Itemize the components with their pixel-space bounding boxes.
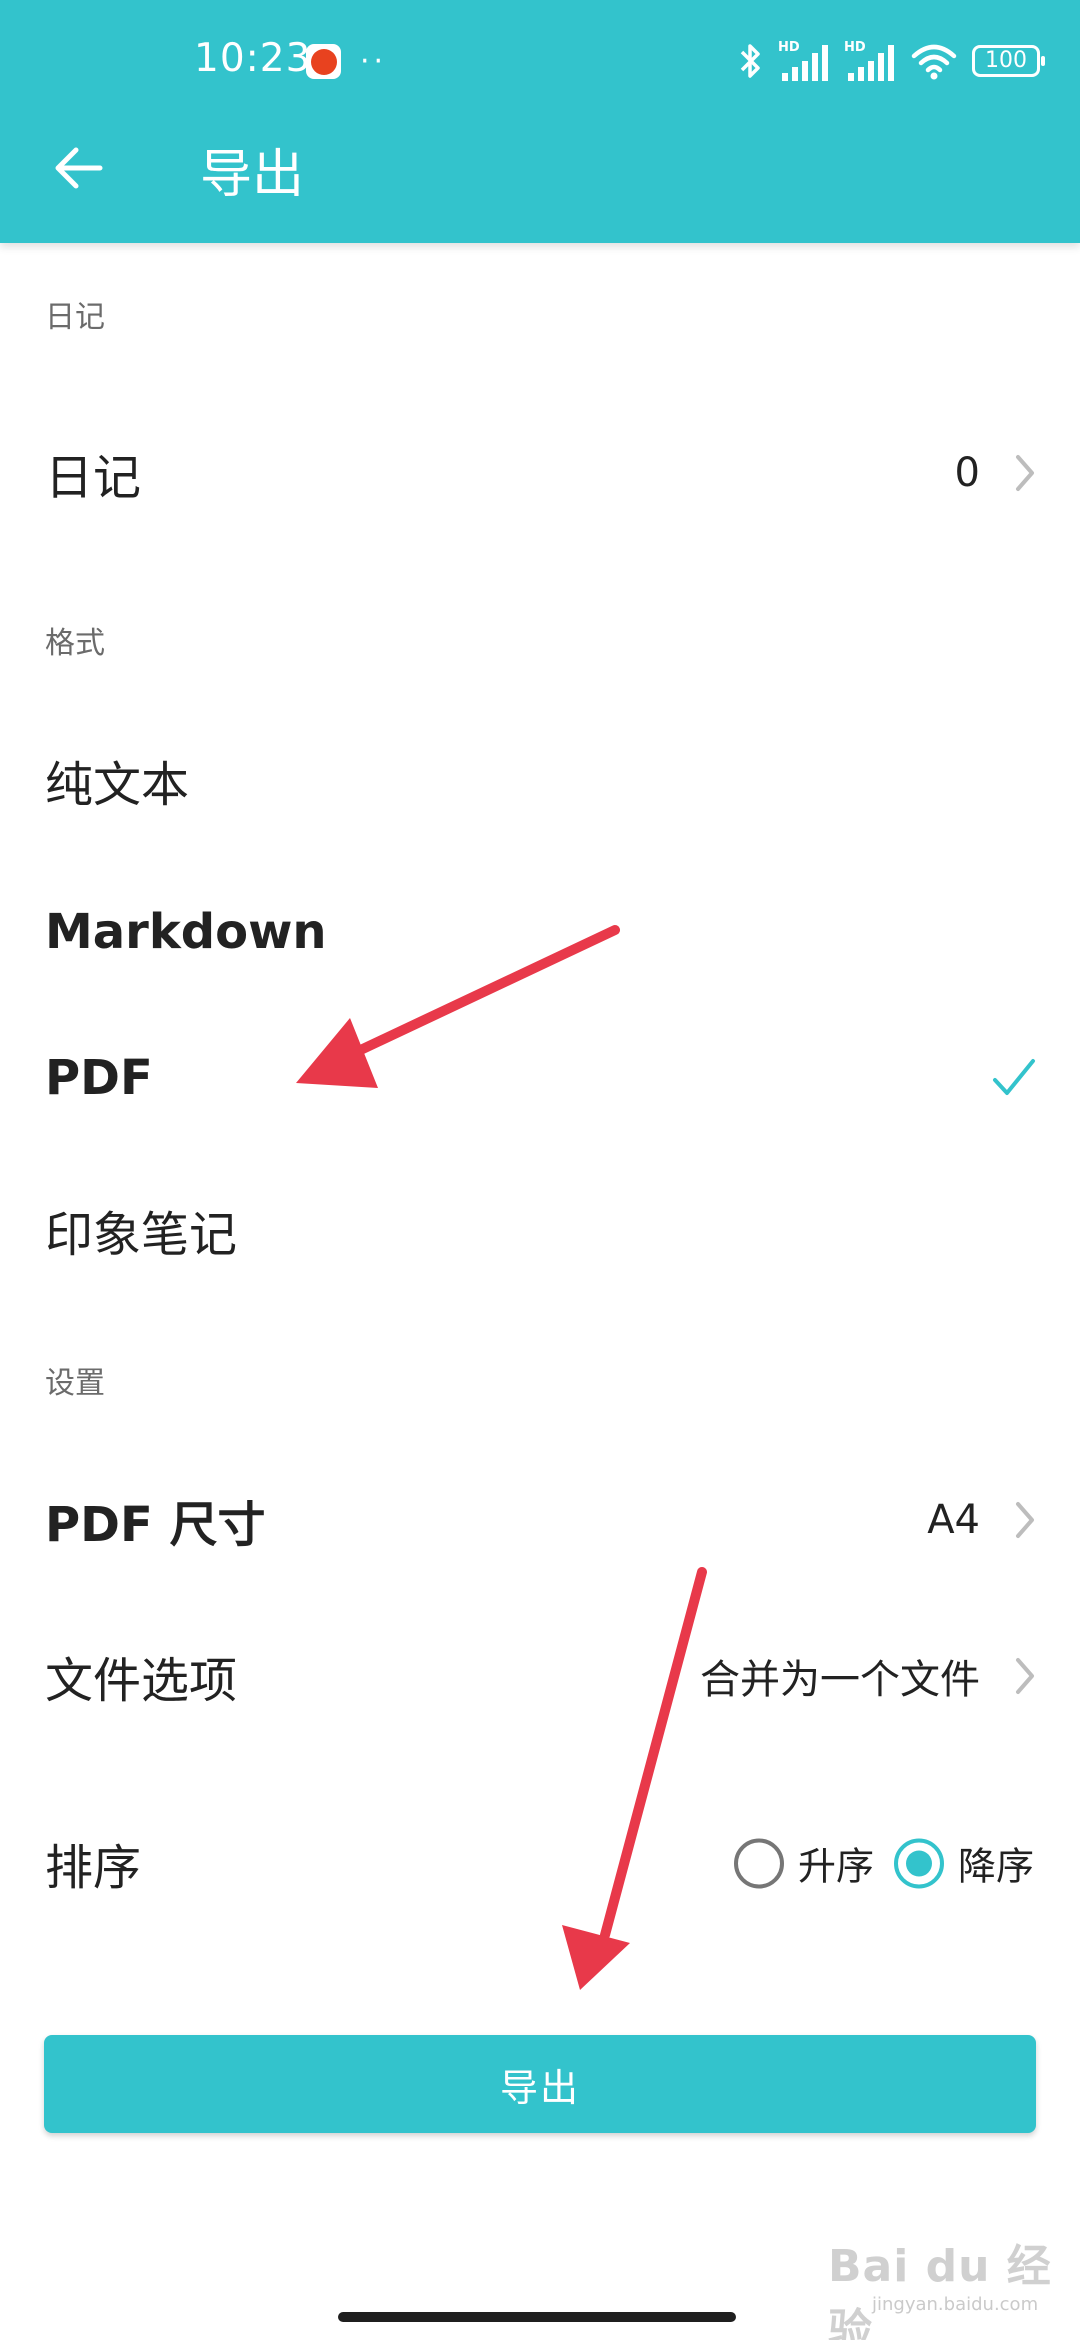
sort-ascending-label[interactable]: 升序 xyxy=(798,1836,874,1891)
file-option-row[interactable]: 文件选项 合并为一个文件 xyxy=(0,1616,1080,1736)
home-indicator[interactable] xyxy=(338,2312,736,2322)
svg-text:HD: HD xyxy=(844,40,866,55)
chevron-right-icon xyxy=(1016,1658,1034,1694)
chevron-right-icon xyxy=(1016,1502,1034,1538)
sort-label: 排序 xyxy=(45,1840,142,1896)
export-screen: 10:23 ·· HD HD 100 导出 日记 日记 0 格式 纯文本 Mar… xyxy=(0,0,1080,2340)
section-label-settings: 设置 xyxy=(45,1366,105,1401)
pdf-size-row[interactable]: PDF 尺寸 A4 xyxy=(0,1460,1080,1580)
page-title: 导出 xyxy=(200,145,305,205)
chevron-right-icon xyxy=(1016,455,1034,491)
export-button[interactable]: 导出 xyxy=(44,2035,1036,2133)
watermark-url: jingyan.baidu.com xyxy=(872,2294,1039,2315)
pdf-size-label: PDF 尺寸 xyxy=(45,1497,266,1553)
format-option-label: 纯文本 xyxy=(45,757,190,813)
diary-row-label: 日记 xyxy=(45,450,142,506)
status-time: 10:23 xyxy=(194,36,312,81)
notification-app-icon xyxy=(306,44,341,79)
checkmark-icon xyxy=(993,1059,1035,1095)
sort-row: 排序 升序 降序 xyxy=(0,1803,1080,1923)
format-option-plain-text[interactable]: 纯文本 xyxy=(0,720,1080,840)
sort-descending-radio[interactable] xyxy=(893,1838,944,1888)
format-option-pdf[interactable]: PDF xyxy=(0,1018,1080,1138)
bluetooth-icon xyxy=(740,44,760,78)
sort-ascending-radio[interactable] xyxy=(733,1838,784,1888)
app-header: 10:23 ·· HD HD 100 导出 xyxy=(0,0,1080,243)
signal-hd-icon: HD xyxy=(778,40,828,81)
watermark-logo: Bai du 经验 xyxy=(828,2241,1052,2340)
format-option-markdown[interactable]: Markdown xyxy=(0,872,1080,992)
status-more-dots: ·· xyxy=(360,44,388,79)
file-option-label: 文件选项 xyxy=(45,1653,238,1709)
signal-hd-icon-2: HD xyxy=(844,40,894,81)
pdf-size-value: A4 xyxy=(927,1497,980,1543)
diary-row[interactable]: 日记 0 xyxy=(0,413,1080,533)
format-option-evernote[interactable]: 印象笔记 xyxy=(0,1170,1080,1290)
sort-radio-group: 升序 降序 xyxy=(733,1836,1040,1891)
sort-descending-label[interactable]: 降序 xyxy=(958,1836,1034,1891)
wifi-icon xyxy=(911,44,957,80)
battery-icon: 100 xyxy=(972,45,1045,77)
file-option-value: 合并为一个文件 xyxy=(700,1657,980,1703)
section-label-diary: 日记 xyxy=(45,300,105,335)
format-option-label: 印象笔记 xyxy=(45,1207,238,1263)
format-option-label: Markdown xyxy=(45,904,327,960)
format-option-label: PDF xyxy=(45,1050,153,1106)
section-label-format: 格式 xyxy=(45,626,105,661)
back-arrow-icon[interactable] xyxy=(50,140,106,196)
svg-text:HD: HD xyxy=(778,40,800,55)
diary-count: 0 xyxy=(954,450,980,496)
status-icons: HD HD 100 xyxy=(738,36,1045,86)
annotation-arrow-head-export xyxy=(562,1925,630,1990)
